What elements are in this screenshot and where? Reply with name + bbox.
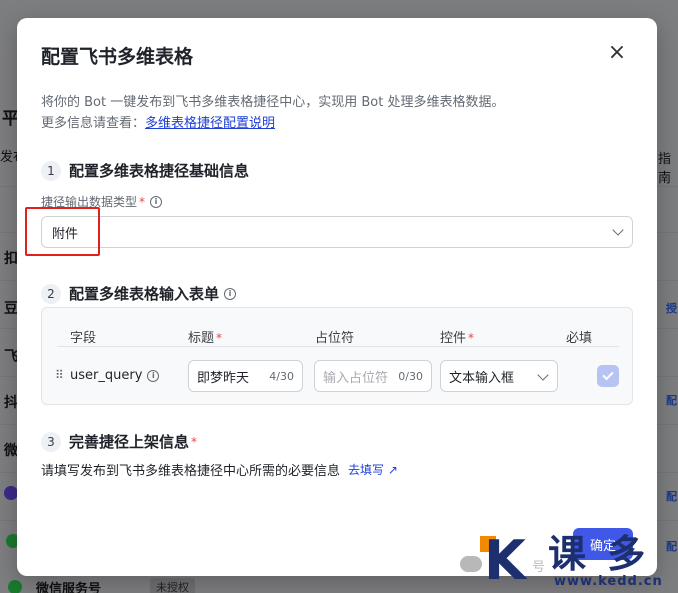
bg-platform-label: 抖 xyxy=(4,395,18,411)
placeholder-input[interactable]: 输入占位符 0/30 xyxy=(314,360,432,392)
description-line: 将你的 Bot 一键发布到飞书多维表格捷径中心，实现用 Bot 处理多维表格数据… xyxy=(41,95,505,110)
bg-platform-label: 豆 xyxy=(4,301,18,317)
step-3-header: 3 完善捷径上架信息 * xyxy=(41,431,197,452)
header-divider xyxy=(57,346,619,347)
bg-platform-label: 飞 xyxy=(4,349,18,365)
required-mark: * xyxy=(191,434,198,449)
column-header-title-text: 标题 xyxy=(188,331,215,346)
step-1-header: 1 配置多维表格捷径基础信息 xyxy=(41,160,249,181)
bg-guide-link: 指南 xyxy=(658,152,672,186)
field-name: user_query i xyxy=(70,368,160,383)
bg-platform-label: 扣 xyxy=(4,251,18,267)
description-line: 更多信息请查看：多维表格捷径配置说明 xyxy=(41,113,504,134)
step-3-description-text: 请填写发布到飞书多维表格捷径中心所需的必要信息 xyxy=(41,464,341,479)
step-number: 2 xyxy=(41,283,61,304)
wechat-logo-icon xyxy=(460,556,482,572)
output-type-select[interactable]: 附件 xyxy=(41,216,633,248)
placeholder-input-hint: 输入占位符 xyxy=(323,370,389,386)
column-header-field: 字段 xyxy=(70,331,97,346)
step-title: 完善捷径上架信息 xyxy=(69,433,190,451)
step-2-header: 2 配置多维表格输入表单 i xyxy=(41,283,237,304)
info-icon[interactable]: i xyxy=(147,369,160,382)
required-mark: * xyxy=(468,331,475,345)
watermark-prefix: 号 xyxy=(532,560,546,575)
column-header-control: 控件 * xyxy=(440,327,474,346)
step-3-description: 请填写发布到飞书多维表格捷径中心所需的必要信息 去填写 ↗ xyxy=(41,460,398,479)
control-type-value: 文本输入框 xyxy=(449,370,515,386)
required-checkbox[interactable] xyxy=(597,365,619,387)
field-name-text: user_query xyxy=(70,368,143,383)
column-header-required: 必填 xyxy=(566,331,593,346)
modal-description: 将你的 Bot 一键发布到飞书多维表格捷径中心，实现用 Bot 处理多维表格数据… xyxy=(41,92,504,134)
step-title: 配置多维表格输入表单 xyxy=(69,285,220,303)
control-type-select[interactable]: 文本输入框 xyxy=(440,360,558,392)
bg-authorize-link: 授 xyxy=(666,302,677,315)
config-guide-link[interactable]: 多维表格捷径配置说明 xyxy=(145,116,275,131)
title-input[interactable]: 即梦昨天 4/30 xyxy=(188,360,303,392)
info-icon[interactable]: i xyxy=(150,195,163,208)
step-title: 配置多维表格捷径基础信息 xyxy=(69,162,250,180)
required-mark: * xyxy=(139,194,146,209)
required-mark: * xyxy=(216,331,223,345)
watermark-logo-k: K xyxy=(484,529,526,592)
annotation-highlight-box xyxy=(25,207,100,256)
step-number: 1 xyxy=(41,160,61,181)
modal-title: 配置飞书多维表格 xyxy=(41,46,194,68)
tiktok-icon xyxy=(4,486,18,500)
column-header-placeholder: 占位符 xyxy=(315,331,355,346)
column-header-control-text: 控件 xyxy=(440,331,467,346)
placeholder-char-count: 0/30 xyxy=(398,369,423,383)
watermark-brand: 课 多 xyxy=(548,532,650,576)
column-header-title: 标题 * xyxy=(188,327,222,346)
description-prefix: 更多信息请查看： xyxy=(41,116,146,131)
watermark-url: www.kedd.cn xyxy=(554,574,663,589)
drag-handle-icon[interactable]: ⠿ xyxy=(55,368,64,382)
step-number: 3 xyxy=(41,431,61,452)
close-icon[interactable]: × xyxy=(605,42,629,66)
wechat-service-icon xyxy=(8,580,22,593)
fill-in-link[interactable]: 去填写 ↗ xyxy=(348,461,398,478)
config-modal: 配置飞书多维表格 × 将你的 Bot 一键发布到飞书多维表格捷径中心，实现用 B… xyxy=(17,18,657,576)
watermark: 号 K 课 多 www.kedd.cn xyxy=(456,530,678,593)
bg-config-link: 配 xyxy=(666,490,677,503)
bg-config-link: 配 xyxy=(666,394,677,407)
info-icon[interactable]: i xyxy=(224,287,237,300)
title-char-count: 4/30 xyxy=(269,369,294,383)
bg-unauthorized-badge: 未授权 xyxy=(150,578,195,593)
bg-platform-label: 微 xyxy=(4,443,18,459)
title-input-value: 即梦昨天 xyxy=(197,370,250,386)
chevron-down-icon xyxy=(537,369,549,381)
chevron-down-icon xyxy=(612,224,624,236)
bg-wechat-service-label: 微信服务号 xyxy=(36,582,102,593)
